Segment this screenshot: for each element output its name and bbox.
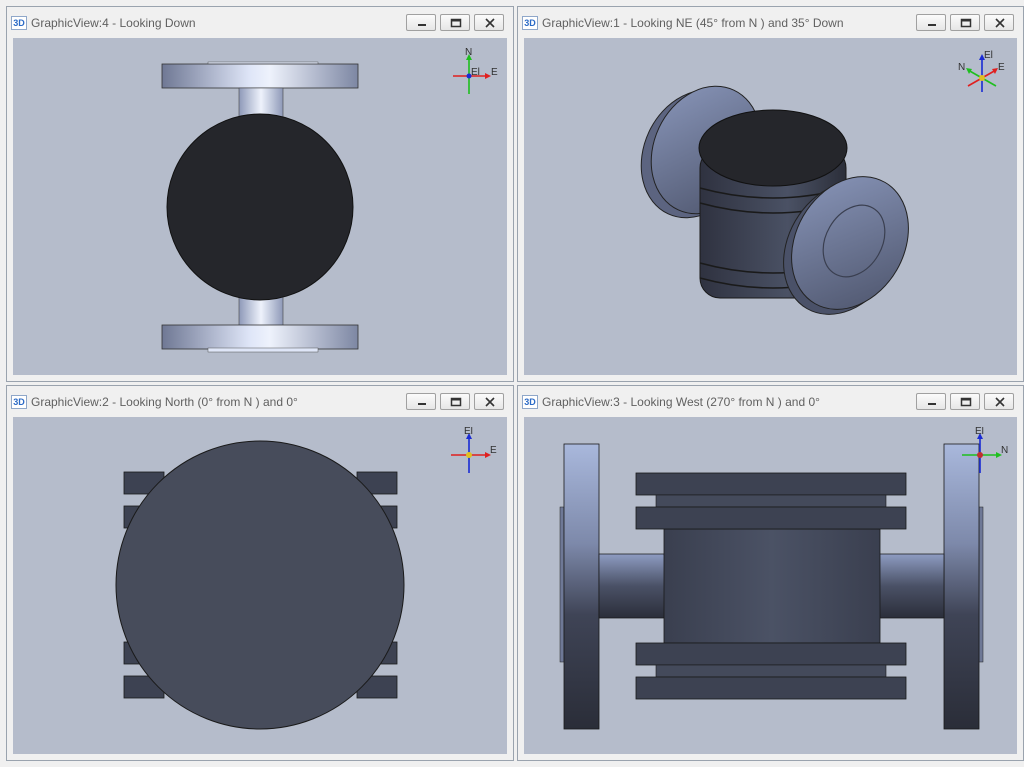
- view-title: GraphicView:3 - Looking West (270° from …: [542, 395, 820, 409]
- minimize-button[interactable]: [406, 14, 436, 31]
- close-icon: [485, 18, 495, 28]
- orientation-axis-triad: El N E: [958, 50, 1005, 92]
- minimize-button[interactable]: [406, 393, 436, 410]
- axis-label-el: El: [975, 427, 984, 437]
- minimize-button[interactable]: [916, 393, 946, 410]
- axis-label-n: N: [1001, 445, 1008, 456]
- minimize-icon: [928, 24, 936, 26]
- view-titlebar[interactable]: 3D GraphicView:1 - Looking NE (45° from …: [518, 7, 1023, 35]
- view-title: GraphicView:1 - Looking NE (45° from N )…: [542, 16, 844, 30]
- close-icon: [485, 397, 495, 407]
- minimize-button[interactable]: [916, 14, 946, 31]
- viewport-3d[interactable]: El N E: [524, 38, 1017, 375]
- viewport-3d[interactable]: El N: [524, 417, 1017, 754]
- restore-button[interactable]: [950, 14, 980, 31]
- close-icon: [995, 18, 1005, 28]
- restore-icon: [960, 18, 972, 28]
- axis-label-n: N: [465, 48, 472, 58]
- view-titlebar[interactable]: 3D GraphicView:4 - Looking Down: [7, 7, 513, 35]
- restore-button[interactable]: [440, 393, 470, 410]
- close-icon: [995, 397, 1005, 407]
- orientation-axis-triad: El N: [962, 427, 1008, 473]
- close-button[interactable]: [474, 393, 504, 410]
- restore-icon: [960, 397, 972, 407]
- graphic-view-3[interactable]: 3D GraphicView:3 - Looking West (270° fr…: [517, 385, 1024, 761]
- restore-button[interactable]: [950, 393, 980, 410]
- minimize-icon: [418, 24, 426, 26]
- axis-label-e: E: [998, 62, 1005, 73]
- close-button[interactable]: [984, 393, 1014, 410]
- restore-icon: [450, 18, 462, 28]
- minimize-icon: [418, 403, 426, 405]
- axis-label-el: El: [464, 427, 473, 437]
- close-button[interactable]: [984, 14, 1014, 31]
- graphic-view-1[interactable]: 3D GraphicView:1 - Looking NE (45° from …: [517, 6, 1024, 382]
- model-view-iso: [640, 85, 909, 315]
- model-view-north: [115, 440, 405, 730]
- axis-label-e: E: [491, 67, 498, 78]
- 3d-app-icon: 3D: [522, 16, 538, 30]
- view-title: GraphicView:2 - Looking North (0° from N…: [31, 395, 298, 409]
- model-view-top: [161, 61, 359, 353]
- 3d-app-icon: 3D: [522, 395, 538, 409]
- axis-label-el: El: [984, 50, 993, 61]
- restore-icon: [450, 397, 462, 407]
- graphic-view-2[interactable]: 3D GraphicView:2 - Looking North (0° fro…: [6, 385, 514, 761]
- axis-label-n: N: [958, 62, 965, 73]
- restore-button[interactable]: [440, 14, 470, 31]
- view-titlebar[interactable]: 3D GraphicView:3 - Looking West (270° fr…: [518, 386, 1023, 414]
- graphic-view-4[interactable]: 3D GraphicView:4 - Looking Down N E El: [6, 6, 514, 382]
- viewport-3d[interactable]: El E: [13, 417, 507, 754]
- orientation-axis-triad: N E El: [453, 48, 498, 94]
- view-titlebar[interactable]: 3D GraphicView:2 - Looking North (0° fro…: [7, 386, 513, 414]
- minimize-icon: [928, 403, 936, 405]
- viewport-3d[interactable]: N E El: [13, 38, 507, 375]
- axis-label-el: El: [471, 67, 480, 78]
- model-view-west: [559, 443, 984, 730]
- 3d-app-icon: 3D: [11, 16, 27, 30]
- 3d-app-icon: 3D: [11, 395, 27, 409]
- axis-label-e: E: [490, 445, 497, 456]
- close-button[interactable]: [474, 14, 504, 31]
- orientation-axis-triad: El E: [451, 427, 497, 473]
- view-title: GraphicView:4 - Looking Down: [31, 16, 196, 30]
